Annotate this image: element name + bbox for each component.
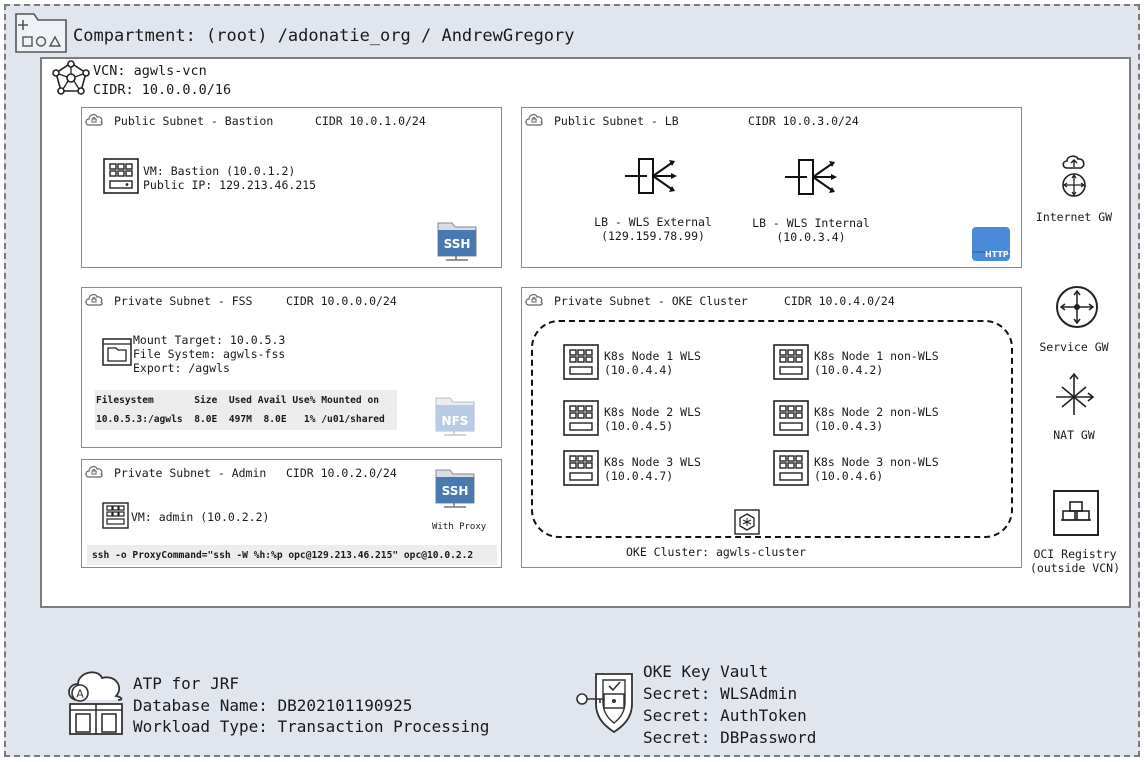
mount-target: Mount Target: 10.0.5.3 xyxy=(133,333,286,347)
k8s-node-ip: (10.0.4.6) xyxy=(814,469,884,483)
vault-title: OKE Key Vault xyxy=(643,662,769,681)
k8s-node-vm-icon xyxy=(563,450,599,486)
key-vault-icon xyxy=(576,673,633,734)
ssh-folder-label: SSH xyxy=(443,237,471,251)
k8s-node-name: K8s Node 2 non-WLS xyxy=(814,405,939,419)
vcn-cidr: CIDR: 10.0.0.0/16 xyxy=(93,82,232,98)
vm-admin-icon xyxy=(102,502,129,529)
k8s-node-vm-icon xyxy=(563,400,599,436)
compartment-label: Compartment: (root) /adonatie_org / Andr… xyxy=(73,26,575,46)
subnet-bastion-title: Public Subnet - Bastion xyxy=(114,114,274,128)
load-balancer-external-icon xyxy=(625,158,677,194)
k8s-node-name: K8s Node 1 WLS xyxy=(604,349,701,363)
subnet-admin-title: Private Subnet - Admin xyxy=(114,466,267,480)
vault-secret-dbpassword: Secret: DBPassword xyxy=(643,728,817,747)
export-path: Export: /agwls xyxy=(133,361,230,375)
subnet-cloud-icon xyxy=(525,293,543,306)
subnet-lb-title: Public Subnet - LB xyxy=(554,114,679,128)
load-balancer-internal-icon xyxy=(785,159,837,195)
oke-cluster-label: OKE Cluster: agwls-cluster xyxy=(625,545,806,559)
subnet-cloud-icon xyxy=(85,113,103,126)
http-label: HTTP xyxy=(985,250,1009,259)
vm-bastion-label: VM: Bastion (10.0.1.2) xyxy=(143,164,296,178)
k8s-node-ip: (10.0.4.3) xyxy=(814,419,884,433)
vault-secret-authtoken: Secret: AuthToken xyxy=(643,706,807,725)
k8s-node: K8s Node 1 WLS (10.0.4.4) xyxy=(563,344,743,380)
k8s-node-name: K8s Node 1 non-WLS xyxy=(814,349,939,363)
k8s-node-vm-icon xyxy=(773,400,809,436)
ssh-command: ssh -o ProxyCommand="ssh -W %h:%p opc@12… xyxy=(92,550,474,561)
lb-external-label: LB - WLS External xyxy=(594,215,712,229)
ssh-folder-icon: SSH xyxy=(436,220,478,262)
k8s-node-ip: (10.0.4.7) xyxy=(604,469,674,483)
svg-text:A: A xyxy=(76,688,84,701)
k8s-node-ip: (10.0.4.5) xyxy=(604,419,674,433)
atp-database-icon: A xyxy=(68,671,123,735)
nat-gateway-label: NAT GW xyxy=(1053,428,1095,442)
ssh-proxy-folder-icon: SSH xyxy=(434,467,476,509)
with-proxy-note: With Proxy xyxy=(432,522,487,532)
k8s-node: K8s Node 3 non-WLS (10.0.4.6) xyxy=(773,450,973,486)
internet-gateway-label: Internet GW xyxy=(1035,210,1113,224)
subnet-fss-title: Private Subnet - FSS xyxy=(114,294,253,308)
subnet-oke-cidr: CIDR 10.0.4.0/24 xyxy=(784,294,895,308)
subnet-cloud-icon xyxy=(85,293,103,306)
k8s-node-name: K8s Node 3 non-WLS xyxy=(814,455,939,469)
oci-registry-icon xyxy=(1053,490,1099,536)
lb-external-ip: (129.159.78.99) xyxy=(601,229,705,243)
k8s-node-vm-icon xyxy=(773,344,809,380)
nfs-folder-label: NFS xyxy=(441,414,469,428)
k8s-node-name: K8s Node 2 WLS xyxy=(604,405,701,419)
vault-secret-wlsadmin: Secret: WLSAdmin xyxy=(643,684,798,703)
compartment-icon xyxy=(15,13,67,53)
df-header: Filesystem Size Used Avail Use% Mounted … xyxy=(96,395,380,406)
k8s-node-vm-icon xyxy=(773,450,809,486)
service-gateway-label: Service GW xyxy=(1039,340,1109,354)
subnet-bastion-cidr: CIDR 10.0.1.0/24 xyxy=(315,114,426,128)
vcn-name: VCN: agwls-vcn xyxy=(93,63,207,79)
oci-registry-sublabel: (outside VCN) xyxy=(1029,561,1120,575)
subnet-admin-cidr: CIDR 10.0.2.0/24 xyxy=(286,466,397,480)
vm-bastion-public-ip: Public IP: 129.213.46.215 xyxy=(143,178,317,192)
vcn-network-icon xyxy=(52,60,90,95)
http-icon: HTTP xyxy=(971,226,1011,262)
subnet-oke-title: Private Subnet - OKE Cluster xyxy=(554,294,748,308)
nat-gateway-icon xyxy=(1056,372,1095,415)
subnet-fss-cidr: CIDR 10.0.0.0/24 xyxy=(286,294,397,308)
df-row: 10.0.5.3:/agwls 8.0E 497M 8.0E 1% /u01/s… xyxy=(96,414,385,425)
ssh-proxy-folder-label: SSH xyxy=(441,484,469,498)
k8s-node: K8s Node 1 non-WLS (10.0.4.2) xyxy=(773,344,973,380)
oci-registry-label: OCI Registry xyxy=(1033,547,1117,561)
internet-gateway-icon xyxy=(1062,155,1086,197)
vm-bastion-icon xyxy=(103,158,139,194)
atp-title: ATP for JRF xyxy=(133,674,239,693)
lb-internal-ip: (10.0.3.4) xyxy=(776,230,846,244)
nfs-folder-icon: NFS xyxy=(434,395,476,437)
file-system-name: File System: agwls-fss xyxy=(133,347,286,361)
subnet-cloud-icon xyxy=(85,465,103,478)
k8s-node-ip: (10.0.4.2) xyxy=(814,363,884,377)
subnet-lb-cidr: CIDR 10.0.3.0/24 xyxy=(748,114,859,128)
subnet-cloud-icon xyxy=(525,113,543,126)
k8s-node-name: K8s Node 3 WLS xyxy=(604,455,701,469)
service-gateway-icon xyxy=(1056,286,1098,328)
k8s-node: K8s Node 2 non-WLS (10.0.4.3) xyxy=(773,400,973,436)
oke-cluster-icon xyxy=(734,509,760,535)
atp-database-name: Database Name: DB202101190925 xyxy=(133,696,413,715)
k8s-node-ip: (10.0.4.4) xyxy=(604,363,674,377)
atp-workload-type: Workload Type: Transaction Processing xyxy=(133,717,490,736)
k8s-node: K8s Node 2 WLS (10.0.4.5) xyxy=(563,400,743,436)
k8s-node: K8s Node 3 WLS (10.0.4.7) xyxy=(563,450,743,486)
file-storage-icon xyxy=(102,338,132,366)
lb-internal-label: LB - WLS Internal xyxy=(752,216,870,230)
k8s-node-vm-icon xyxy=(563,344,599,380)
vm-admin-label: VM: admin (10.0.2.2) xyxy=(131,510,270,524)
